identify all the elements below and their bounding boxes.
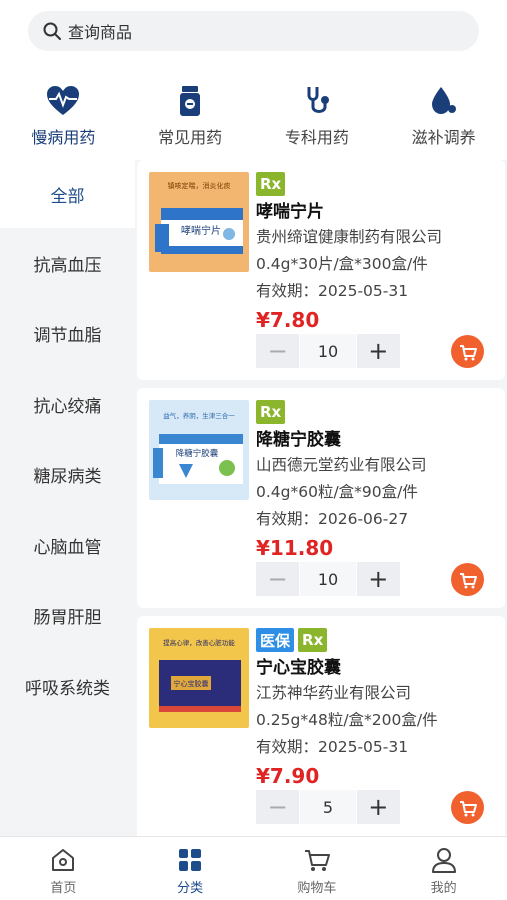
product-name[interactable]: 哮喘宁片 (256, 200, 501, 224)
product-expiry: 有效期：2025-05-31 (256, 282, 409, 300)
product-card[interactable]: 镇咳定喘，消炎化痰 哮喘宁片 Rx 哮喘宁片 贵州缔谊健康制药有限公司 0.4g… (137, 160, 505, 380)
tab-label: 购物车 (297, 881, 337, 896)
product-card[interactable]: 提高心律，改善心脏功能 宁心宝胶囊 医保 Rx 宁心宝胶囊 江苏神华药业有限公司… (137, 616, 505, 836)
search-icon (43, 22, 61, 40)
product-expiry: 有效期：2025-05-31 (256, 738, 409, 756)
product-name[interactable]: 降糖宁胶囊 (256, 428, 501, 452)
sidebar-item-angina[interactable]: 抗心绞痛 (0, 369, 135, 440)
add-to-cart-button[interactable] (451, 335, 484, 368)
medicine-box-image: 提高心律，改善心脏功能 宁心宝胶囊 (149, 628, 249, 728)
home-icon (52, 849, 75, 871)
box-slogan: 益气，养阴，生津三合一 (163, 411, 235, 420)
box-slogan: 镇咳定喘，消炎化痰 (168, 181, 231, 190)
product-price: ¥11.80 (256, 536, 334, 560)
increase-button[interactable]: + (356, 334, 400, 368)
sidebar-item-respiratory[interactable]: 呼吸系统类 (0, 651, 135, 722)
rx-tag: Rx (256, 172, 286, 196)
product-spec: 0.4g*30片/盒*300盒/件 (256, 255, 428, 273)
user-icon (431, 848, 456, 873)
top-category-label: 慢病用药 (31, 128, 96, 147)
top-category-tonic[interactable]: 滋补调养 (380, 82, 507, 152)
top-category-specialty[interactable]: 专科用药 (254, 82, 381, 152)
rx-tag: Rx (256, 400, 286, 424)
product-maker: 江苏神华药业有限公司 (256, 684, 412, 702)
product-image[interactable]: 益气，养阴，生津三合一 降糖宁胶囊 (149, 400, 249, 500)
tab-cart[interactable]: 购物车 (254, 837, 381, 900)
box-product-name: 降糖宁胶囊 (176, 448, 219, 459)
sidebar-item-antihypertensive[interactable]: 抗高血压 (0, 228, 135, 299)
heart-pulse-icon (47, 86, 80, 115)
medical-insurance-tag: 医保 (256, 628, 295, 652)
box-slogan: 提高心律，改善心脏功能 (163, 638, 235, 647)
sidebar-item-cardio[interactable]: 心脑血管 (0, 510, 135, 581)
top-category-common[interactable]: 常见用药 (127, 82, 254, 152)
product-list[interactable]: 镇咳定喘，消炎化痰 哮喘宁片 Rx 哮喘宁片 贵州缔谊健康制药有限公司 0.4g… (135, 160, 507, 836)
product-spec: 0.25g*48粒/盒*200盒/件 (256, 711, 438, 729)
quantity-value[interactable]: 5 (300, 790, 356, 824)
sidebar-item-lipid[interactable]: 调节血脂 (0, 299, 135, 370)
increase-button[interactable]: + (356, 562, 400, 596)
cart-icon (459, 572, 477, 588)
product-card[interactable]: 益气，养阴，生津三合一 降糖宁胶囊 Rx 降糖宁胶囊 山西德元堂药业有限公司 0… (137, 388, 505, 608)
bottom-tab-bar: 首页 分类 购物车 我的 (0, 836, 507, 900)
sidebar-item-gastro[interactable]: 肠胃肝胆 (0, 581, 135, 652)
quantity-stepper: − 5 + (256, 790, 400, 824)
tab-home[interactable]: 首页 (0, 837, 127, 900)
sidebar-item-all[interactable]: 全部 (0, 160, 135, 228)
search-placeholder: 查询商品 (68, 23, 133, 42)
sidebar-item-diabetes[interactable]: 糖尿病类 (0, 440, 135, 511)
cart-icon (459, 800, 477, 816)
product-price: ¥7.80 (256, 308, 320, 332)
drop-icon (431, 87, 456, 114)
product-expiry: 有效期：2026-06-27 (256, 510, 409, 528)
top-category-row: 慢病用药 常见用药 专科用药 滋补调养 (0, 82, 507, 152)
tab-label: 分类 (177, 881, 204, 896)
tab-category[interactable]: 分类 (127, 837, 254, 900)
category-sidebar: 全部 抗高血压 调节血脂 抗心绞痛 糖尿病类 心脑血管 肠胃肝胆 呼吸系统类 (0, 160, 135, 836)
top-category-label: 常见用药 (158, 128, 223, 147)
add-to-cart-button[interactable] (451, 791, 484, 824)
pill-bottle-icon (180, 86, 201, 116)
product-price: ¥7.90 (256, 764, 320, 788)
decrease-button[interactable]: − (256, 562, 300, 596)
product-maker: 山西德元堂药业有限公司 (256, 456, 427, 474)
add-to-cart-button[interactable] (451, 563, 484, 596)
rx-tag: Rx (298, 628, 328, 652)
top-category-label: 滋补调养 (411, 128, 476, 147)
product-image[interactable]: 镇咳定喘，消炎化痰 哮喘宁片 (149, 172, 249, 272)
tab-label: 我的 (430, 881, 457, 896)
product-image[interactable]: 提高心律，改善心脏功能 宁心宝胶囊 (149, 628, 249, 728)
stethoscope-icon (307, 87, 329, 113)
medicine-box-image: 镇咳定喘，消炎化痰 哮喘宁片 (149, 172, 249, 272)
product-spec: 0.4g*60粒/盒*90盒/件 (256, 483, 418, 501)
cart-icon (459, 344, 477, 360)
tab-profile[interactable]: 我的 (380, 837, 507, 900)
box-product-name: 哮喘宁片 (181, 224, 221, 237)
quantity-value[interactable]: 10 (300, 562, 356, 596)
increase-button[interactable]: + (356, 790, 400, 824)
product-maker: 贵州缔谊健康制药有限公司 (256, 228, 443, 246)
search-bar[interactable]: 查询商品 (28, 11, 479, 51)
decrease-button[interactable]: − (256, 334, 300, 368)
top-category-chronic[interactable]: 慢病用药 (0, 82, 127, 152)
decrease-button[interactable]: − (256, 790, 300, 824)
product-name[interactable]: 宁心宝胶囊 (256, 656, 501, 680)
tab-label: 首页 (50, 881, 77, 896)
cart-icon (304, 850, 330, 871)
quantity-stepper: − 10 + (256, 562, 400, 596)
top-category-label: 专科用药 (284, 128, 349, 147)
medicine-box-image: 益气，养阴，生津三合一 降糖宁胶囊 (149, 400, 249, 500)
box-product-name: 宁心宝胶囊 (174, 679, 209, 688)
quantity-stepper: − 10 + (256, 334, 400, 368)
category-grid-icon (179, 849, 202, 871)
quantity-value[interactable]: 10 (300, 334, 356, 368)
